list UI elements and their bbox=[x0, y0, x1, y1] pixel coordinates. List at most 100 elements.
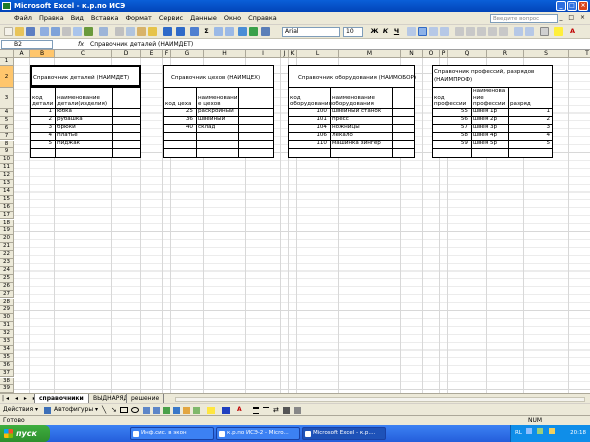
professions-row-name[interactable]: швея 3р bbox=[473, 124, 497, 131]
row-header-16[interactable]: 16 bbox=[0, 203, 14, 212]
new-document-icon[interactable] bbox=[4, 27, 13, 36]
diagram-icon[interactable] bbox=[173, 407, 180, 414]
professions-row-grade[interactable]: 1 bbox=[522, 108, 550, 115]
row-header-20[interactable]: 20 bbox=[0, 235, 14, 244]
task-button-3[interactable]: Microsoft Excel - к.р.... bbox=[302, 427, 386, 440]
column-header-d[interactable]: D bbox=[112, 50, 141, 58]
row-header-32[interactable]: 32 bbox=[0, 330, 14, 338]
sort-descending-icon[interactable] bbox=[225, 27, 234, 36]
spelling-icon[interactable] bbox=[84, 27, 93, 36]
row-header-4[interactable]: 4 bbox=[0, 108, 14, 117]
professions-row-grade[interactable]: 4 bbox=[522, 132, 550, 139]
column-header-q[interactable]: Q bbox=[448, 50, 487, 58]
increase-indent-icon[interactable] bbox=[525, 27, 534, 36]
vertical-textbox-icon[interactable] bbox=[153, 407, 160, 414]
picture-icon[interactable] bbox=[193, 407, 200, 414]
details-row-name[interactable]: пиджак bbox=[57, 140, 80, 147]
merge-center-icon[interactable] bbox=[440, 27, 449, 36]
equipment-row-code[interactable]: 110 bbox=[299, 140, 327, 147]
task-button-1[interactable]: Инф.сис. в экон bbox=[130, 427, 214, 440]
column-header-n[interactable]: N bbox=[401, 50, 423, 58]
row-header-17[interactable]: 17 bbox=[0, 211, 14, 220]
details-row-code[interactable]: 4 bbox=[24, 132, 52, 139]
menu-data[interactable]: Данные bbox=[190, 14, 217, 22]
equipment-row-name[interactable]: пресс bbox=[332, 116, 349, 123]
professions-row-code[interactable]: 57 bbox=[440, 124, 468, 131]
row-header-35[interactable]: 35 bbox=[0, 353, 14, 362]
align-left-icon[interactable] bbox=[407, 27, 416, 36]
window-titlebar[interactable]: Microsoft Excel - к.р.по ИСЭ _ □ × bbox=[0, 0, 590, 12]
row-header-36[interactable]: 36 bbox=[0, 361, 14, 370]
maximize-button[interactable]: □ bbox=[567, 1, 577, 11]
document-window-controls[interactable]: _ □ × bbox=[559, 14, 587, 21]
row-header-15[interactable]: 15 bbox=[0, 195, 14, 204]
task-button-2[interactable]: к.р.по ИСЭ-2 - Micro... bbox=[216, 427, 300, 440]
menu-tools[interactable]: Сервис bbox=[159, 14, 183, 22]
row-header-8[interactable]: 8 bbox=[0, 140, 14, 149]
column-header-h[interactable]: H bbox=[204, 50, 246, 58]
help-icon[interactable] bbox=[261, 27, 270, 36]
column-header-f[interactable]: F bbox=[163, 50, 171, 58]
professions-row-code[interactable]: 55 bbox=[440, 108, 468, 115]
chart-wizard-icon[interactable] bbox=[238, 27, 247, 36]
3d-icon[interactable] bbox=[294, 407, 301, 414]
workshops-title[interactable]: Справочник цехов (НАИМЦЕХ) bbox=[171, 75, 260, 82]
close-button[interactable]: × bbox=[578, 1, 588, 11]
insert-function-icon[interactable]: fx bbox=[78, 39, 84, 50]
row-header-23[interactable]: 23 bbox=[0, 259, 14, 267]
row-header-12[interactable]: 12 bbox=[0, 172, 14, 180]
tray-icon[interactable] bbox=[525, 428, 532, 434]
oval-icon[interactable] bbox=[131, 407, 139, 413]
details-header-code-2[interactable]: детали bbox=[32, 101, 53, 108]
menu-file[interactable]: Файл bbox=[14, 14, 32, 22]
name-box[interactable]: B2 bbox=[1, 40, 53, 49]
column-header-e[interactable]: E bbox=[141, 50, 163, 58]
line-style-icon[interactable] bbox=[253, 407, 259, 414]
row-header-10[interactable]: 10 bbox=[0, 156, 14, 165]
professions-row-code[interactable]: 58 bbox=[440, 132, 468, 139]
workshops-row-code[interactable]: 40 bbox=[165, 124, 193, 131]
column-header-l[interactable]: L bbox=[297, 50, 339, 58]
formula-input[interactable]: Справочник деталей (НАИМДЕТ) bbox=[90, 39, 193, 50]
select-all-corner[interactable] bbox=[0, 50, 14, 58]
row-header-24[interactable]: 24 bbox=[0, 266, 14, 275]
details-row-name[interactable]: рубашка bbox=[57, 116, 83, 123]
undo-icon[interactable] bbox=[163, 27, 172, 36]
font-size-select[interactable]: 10 bbox=[343, 27, 363, 37]
wordart-icon[interactable] bbox=[163, 407, 170, 414]
tray-network-icon[interactable] bbox=[537, 428, 544, 434]
professions-header-grade[interactable]: разряд bbox=[510, 101, 531, 108]
research-icon[interactable] bbox=[99, 27, 108, 36]
professions-title-2[interactable]: (НАИМПРОФ) bbox=[434, 77, 472, 84]
minimize-button[interactable]: _ bbox=[556, 1, 566, 11]
details-row-name[interactable]: юбка bbox=[57, 108, 72, 115]
workshops-row-code[interactable]: 36 bbox=[165, 116, 193, 123]
details-row-name[interactable]: брюки bbox=[57, 124, 76, 131]
print-icon[interactable] bbox=[62, 27, 71, 36]
menu-format[interactable]: Формат bbox=[125, 14, 151, 22]
row-header-38[interactable]: 38 bbox=[0, 377, 14, 386]
row-header-14[interactable]: 14 bbox=[0, 187, 14, 196]
details-row-code[interactable]: 2 bbox=[24, 116, 52, 123]
decrease-decimal-icon[interactable] bbox=[499, 27, 508, 36]
help-search-input[interactable]: Введите вопрос bbox=[490, 14, 558, 23]
equipment-header-name-2[interactable]: оборудования bbox=[332, 101, 374, 108]
cut-icon[interactable] bbox=[115, 27, 124, 36]
open-folder-icon[interactable] bbox=[15, 27, 24, 36]
details-row-code[interactable]: 3 bbox=[24, 124, 52, 131]
redo-icon[interactable] bbox=[176, 27, 185, 36]
column-header-s[interactable]: S bbox=[524, 50, 569, 58]
save-icon[interactable] bbox=[26, 27, 35, 36]
professions-row-name[interactable]: швея 4р bbox=[473, 132, 497, 139]
details-header-name-2[interactable]: детали(изделия) bbox=[57, 101, 107, 108]
details-row-code[interactable]: 1 bbox=[24, 108, 52, 115]
workshops-row-name[interactable]: швейный bbox=[198, 116, 225, 123]
row-header-7[interactable]: 7 bbox=[0, 132, 14, 141]
arrow-icon[interactable]: ➘ bbox=[111, 406, 117, 414]
menu-window[interactable]: Окно bbox=[224, 14, 241, 22]
line-icon[interactable]: ╲ bbox=[102, 406, 106, 414]
menu-view[interactable]: Вид bbox=[71, 14, 84, 22]
align-right-icon[interactable] bbox=[429, 27, 438, 36]
column-header-p[interactable]: P bbox=[440, 50, 448, 58]
equipment-row-code[interactable]: 101 bbox=[299, 116, 327, 123]
